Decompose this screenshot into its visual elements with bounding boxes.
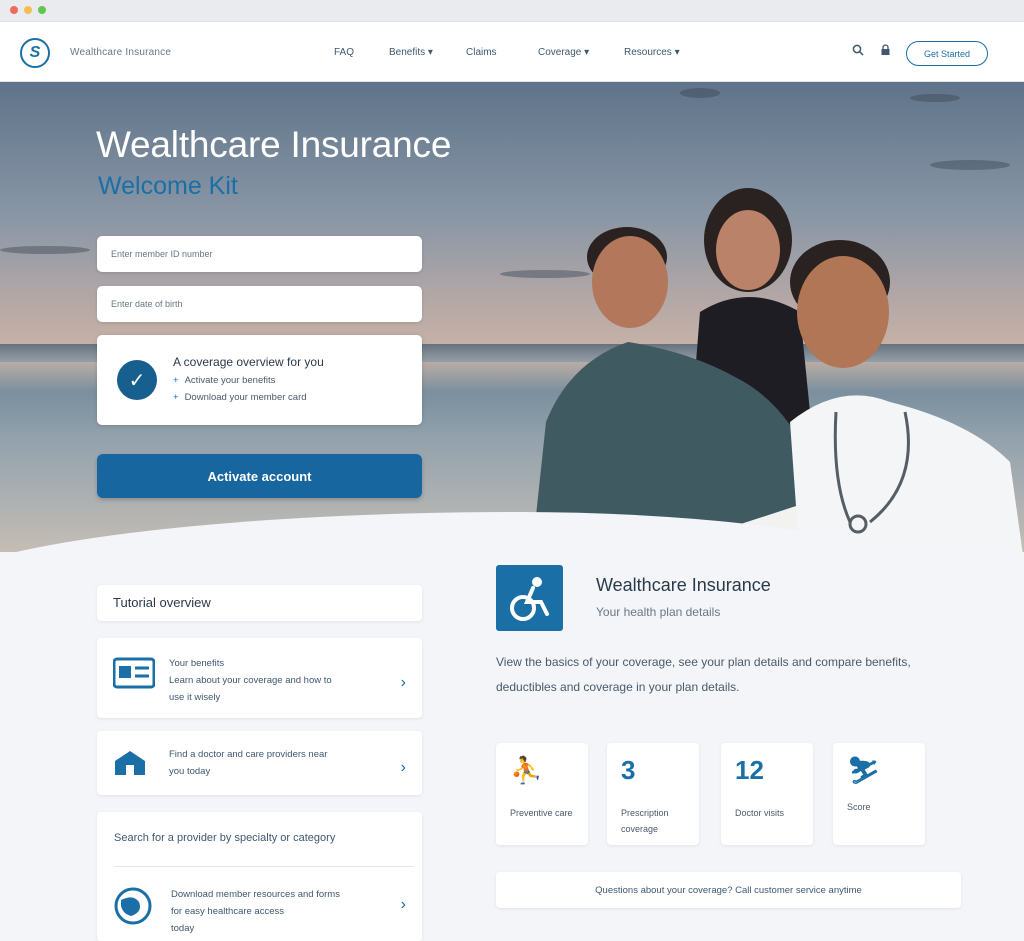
chevron-right-icon: › xyxy=(400,896,406,913)
resource-text: Your benefits Learn about your coverage … xyxy=(169,655,332,706)
member-id-input[interactable]: Enter member ID number xyxy=(97,236,422,272)
section-title: Tutorial overview xyxy=(97,585,422,621)
brand-name[interactable]: Wealthcare Insurance xyxy=(70,47,171,58)
tile-label: Preventive care xyxy=(510,808,573,818)
cloud-decoration xyxy=(680,88,720,98)
feature-tile[interactable]: ⛷ Score xyxy=(833,743,925,845)
top-navigation: S Wealthcare Insurance FAQ Benefits ▾ Cl… xyxy=(0,22,1024,82)
plan-title: Wealthcare Insurance xyxy=(596,575,771,595)
plan-description: View the basics of your coverage, see yo… xyxy=(496,655,911,694)
building-icon xyxy=(113,749,147,784)
page-subtitle: Welcome Kit xyxy=(98,172,238,200)
resource-line: Download member resources and forms xyxy=(171,889,340,900)
get-started-button[interactable]: Get Started xyxy=(906,41,988,66)
lock-icon[interactable] xyxy=(880,44,891,59)
resource-card[interactable]: Find a doctor and care providers near yo… xyxy=(97,731,422,795)
family-icon: ⛹ xyxy=(510,755,543,785)
feature-tile[interactable]: ⛹ Preventive care xyxy=(496,743,588,845)
resource-line: for easy healthcare access xyxy=(171,906,285,917)
feature-tile[interactable]: 12 Doctor visits xyxy=(721,743,813,845)
id-card-icon xyxy=(112,656,156,697)
cloud-decoration xyxy=(0,246,90,254)
search-provider-text[interactable]: Search for a provider by specialty or ca… xyxy=(114,832,335,844)
runner-icon: ⛷ xyxy=(847,755,881,785)
resource-line: today xyxy=(171,923,195,934)
divider xyxy=(114,866,414,867)
date-of-birth-input[interactable]: Enter date of birth xyxy=(97,286,422,322)
resource-card[interactable]: Your benefits Learn about your coverage … xyxy=(97,638,422,718)
checklist-item: + Activate your benefits xyxy=(173,375,275,386)
chevron-right-icon: › xyxy=(400,674,406,691)
nav-item-benefits[interactable]: Benefits ▾ xyxy=(389,47,433,58)
cloud-decoration xyxy=(910,94,960,102)
resource-text: Download member resources and forms for … xyxy=(171,886,340,937)
resource-text: Find a doctor and care providers near yo… xyxy=(169,746,327,780)
number-icon: 12 xyxy=(735,755,764,785)
checklist-card: ✓ A coverage overview for you + Activate … xyxy=(97,335,422,425)
number-icon: 3 xyxy=(621,755,636,785)
chevron-right-icon: › xyxy=(400,759,406,776)
browser-chrome xyxy=(0,0,1024,22)
nav-item-claims[interactable]: Claims xyxy=(466,47,497,58)
contact-bar[interactable]: Questions about your coverage? Call cust… xyxy=(496,872,961,908)
feature-tile[interactable]: 3 Prescription coverage xyxy=(607,743,699,845)
checklist-item-label: Activate your benefits xyxy=(184,375,276,386)
hero-people-image xyxy=(532,188,1023,552)
minimize-window-dot[interactable] xyxy=(24,6,32,14)
resource-line: you today xyxy=(169,766,211,777)
resource-line: Find a doctor and care providers near xyxy=(169,749,328,760)
nav-item-resources[interactable]: Resources ▾ xyxy=(624,47,680,58)
plan-subtitle: Your health plan details xyxy=(596,605,721,619)
checkmark-icon: ✓ xyxy=(117,360,157,400)
checklist-item-label: Download your member card xyxy=(184,392,307,403)
tile-label: Score xyxy=(847,802,871,812)
wheelchair-logo-icon xyxy=(496,565,563,631)
globe-icon xyxy=(113,886,153,933)
plus-icon: + xyxy=(173,375,179,386)
plus-icon: + xyxy=(173,392,179,403)
resource-line: Learn about your coverage and how to xyxy=(169,675,332,686)
tile-label: Prescription coverage xyxy=(621,808,669,834)
maximize-window-dot[interactable] xyxy=(38,6,46,14)
resource-line: use it wisely xyxy=(169,692,221,703)
tile-label: Doctor visits xyxy=(735,808,785,818)
nav-item-coverage[interactable]: Coverage ▾ xyxy=(538,47,589,58)
close-window-dot[interactable] xyxy=(10,6,18,14)
resource-card[interactable]: Download member resources and forms for … xyxy=(97,872,422,941)
search-icon[interactable] xyxy=(852,44,864,59)
nav-item-faq[interactable]: FAQ xyxy=(334,47,354,58)
brand-logo-icon[interactable]: S xyxy=(20,38,50,68)
activate-account-button[interactable]: Activate account xyxy=(97,454,422,498)
checklist-item: + Download your member card xyxy=(173,392,307,403)
page-title: Wealthcare Insurance xyxy=(96,124,452,165)
resource-line: Your benefits xyxy=(169,658,225,669)
checklist-title: A coverage overview for you xyxy=(173,355,324,369)
